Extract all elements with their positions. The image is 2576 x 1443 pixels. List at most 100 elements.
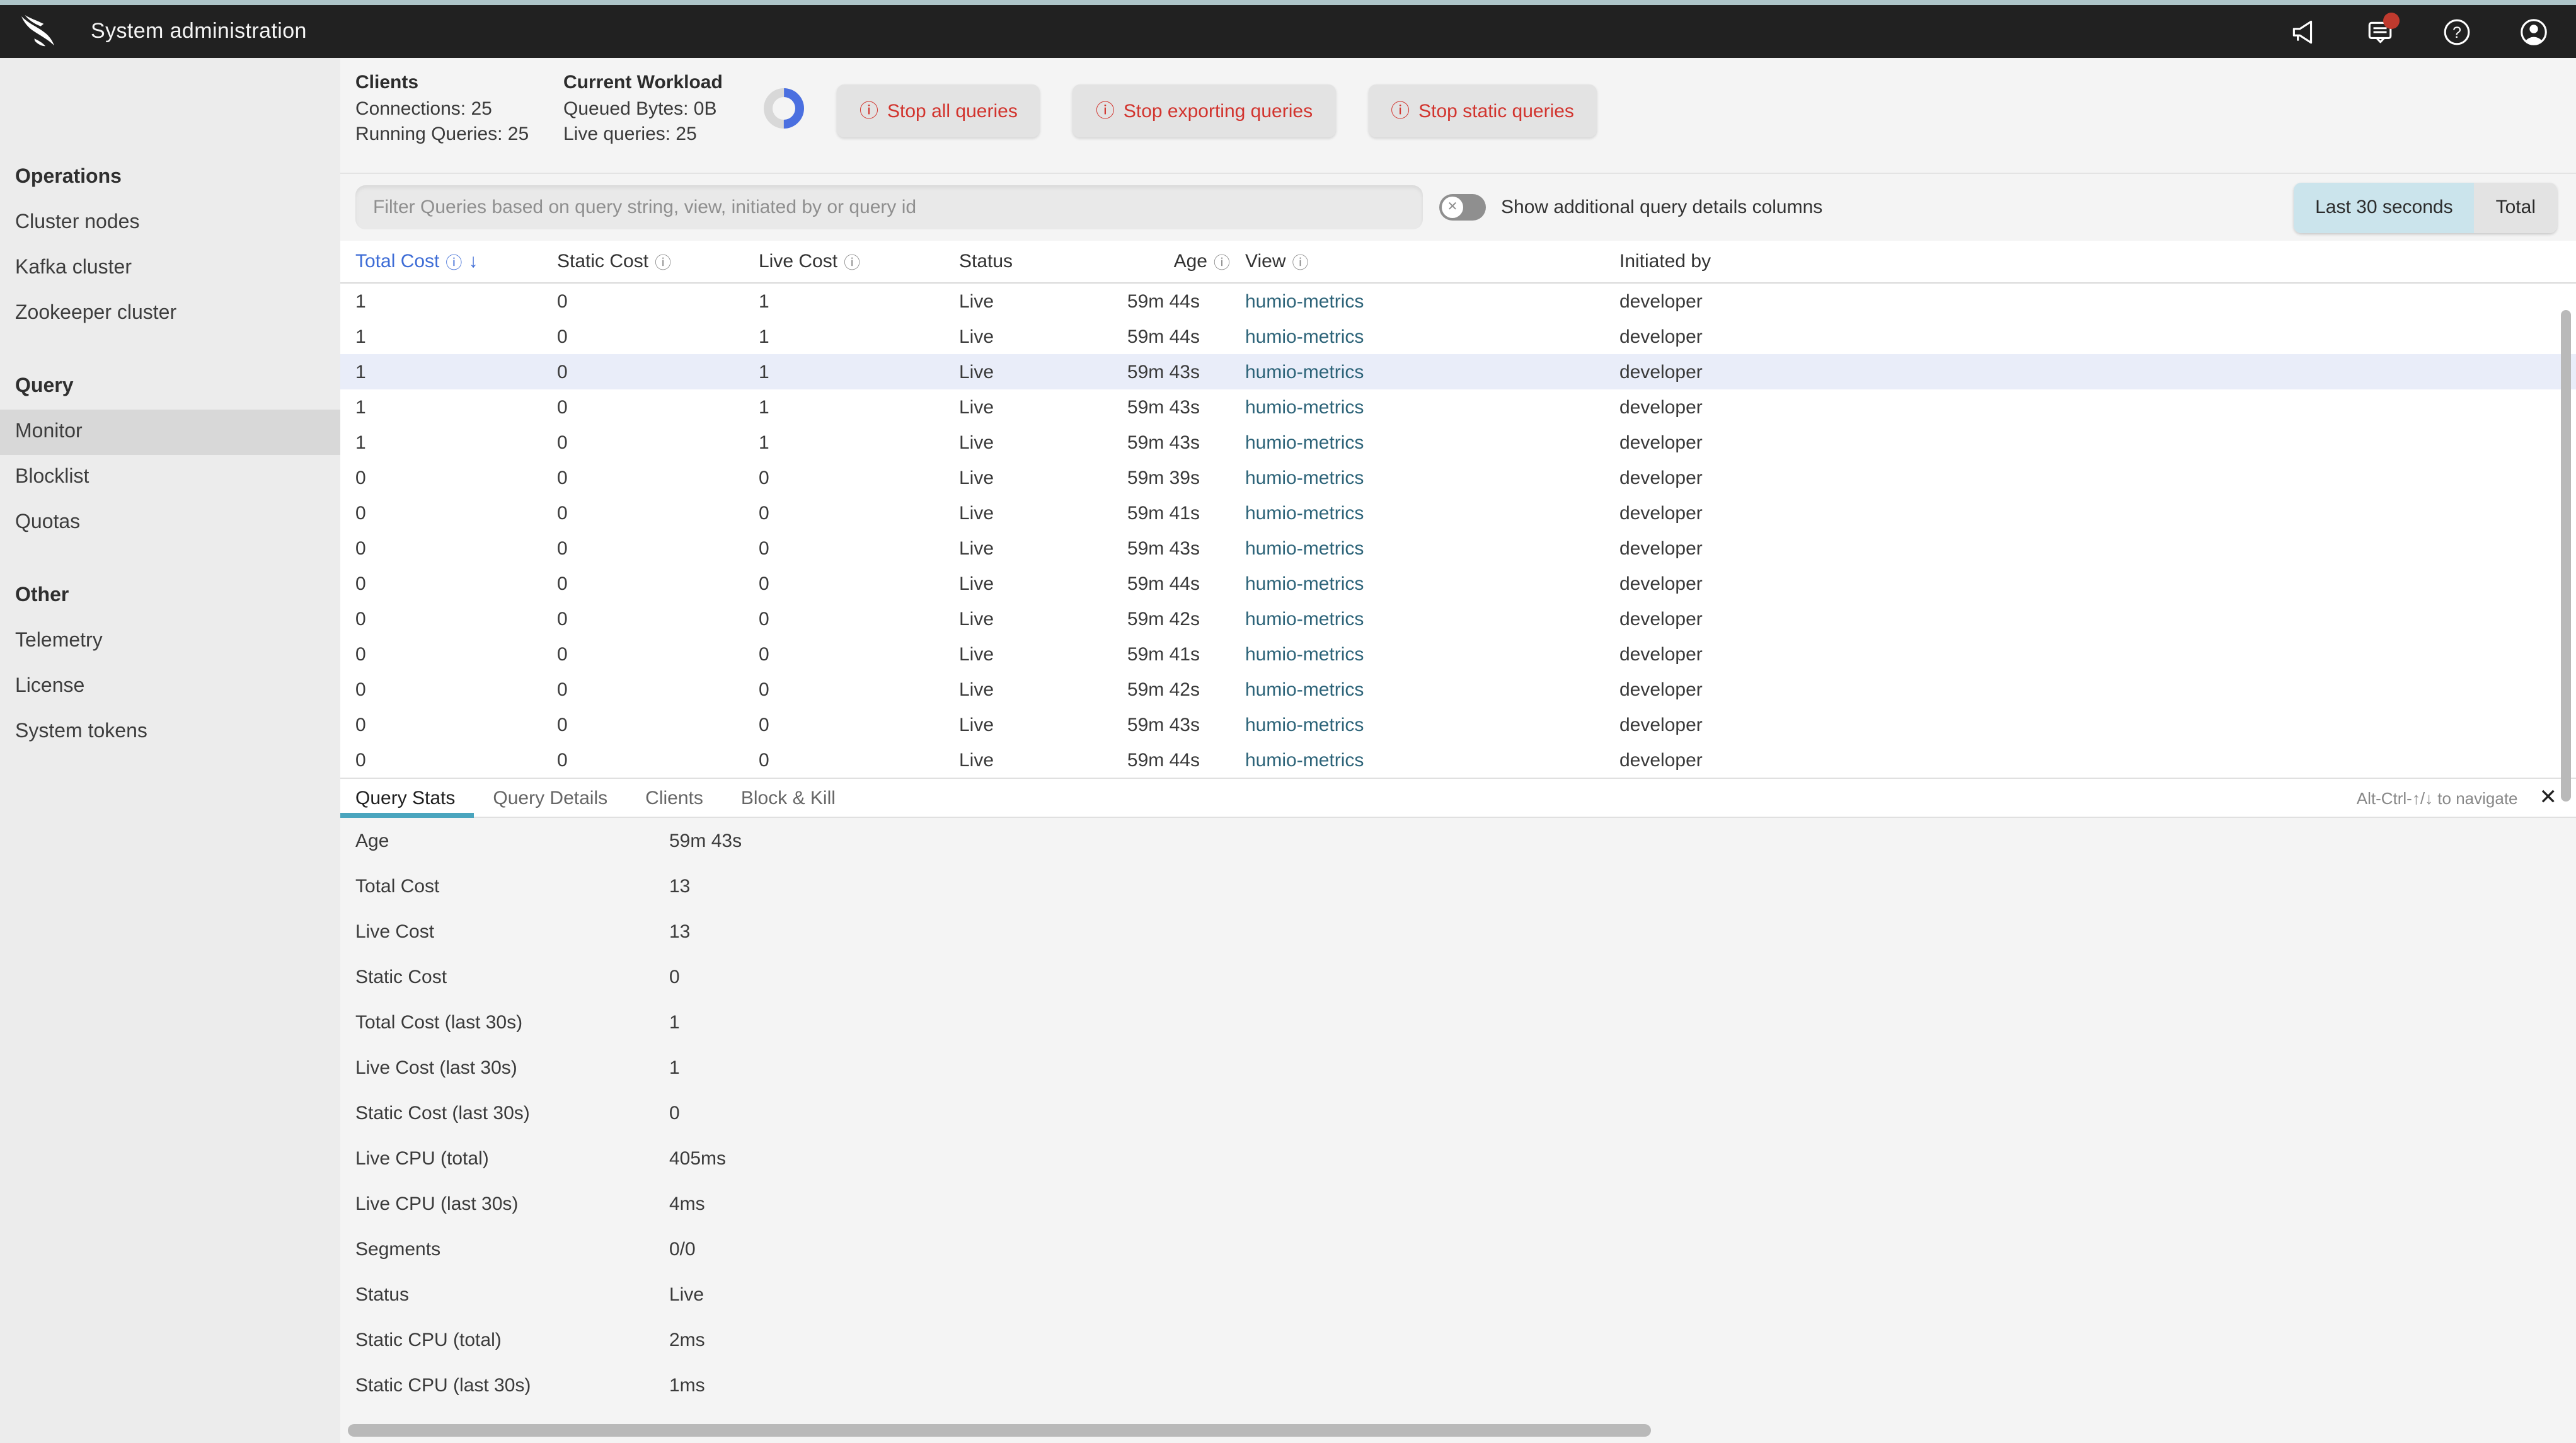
tab-clients[interactable]: Clients	[626, 779, 722, 817]
detail-row: Live CPU (total)405ms	[340, 1135, 2576, 1181]
stop-all-queries-button[interactable]: ⓘStop all queries	[837, 84, 1040, 137]
table-cell: Live	[959, 573, 1110, 594]
table-cell: Live	[959, 396, 1110, 418]
tab-query-stats[interactable]: Query Stats	[340, 779, 474, 817]
column-header-live-cost[interactable]: Live Costⓘ	[759, 250, 959, 273]
view-link[interactable]: humio-metrics	[1245, 573, 1364, 594]
system-administration-app: System administration ? OperationsCluste…	[0, 0, 2576, 1443]
column-header-status[interactable]: Status	[959, 251, 1110, 272]
table-row[interactable]: 000Live59m 41shumio-metricsdeveloper	[340, 495, 2576, 531]
table-cell: 0	[355, 573, 557, 594]
table-row[interactable]: 101Live59m 43shumio-metricsdeveloper	[340, 425, 2576, 460]
table-cell-view: humio-metrics	[1245, 538, 1619, 559]
info-icon[interactable]: ⓘ	[655, 250, 671, 273]
messages-icon[interactable]	[2364, 16, 2395, 47]
sidebar-item-telemetry[interactable]: Telemetry	[0, 619, 340, 664]
table-row[interactable]: 000Live59m 42shumio-metricsdeveloper	[340, 672, 2576, 707]
sidebar-item-kafka-cluster[interactable]: Kafka cluster	[0, 246, 340, 291]
detail-row: Live CPU (last 30s)4ms	[340, 1181, 2576, 1226]
view-link[interactable]: humio-metrics	[1245, 467, 1364, 488]
announcements-icon[interactable]	[2287, 16, 2318, 47]
view-link[interactable]: humio-metrics	[1245, 361, 1364, 382]
sidebar-item-quotas[interactable]: Quotas	[0, 500, 340, 546]
table-cell-view: humio-metrics	[1245, 502, 1619, 524]
stop-static-queries-button[interactable]: ⓘStop static queries	[1368, 84, 1597, 137]
detail-value: 405ms	[669, 1147, 2576, 1169]
table-cell: 59m 43s	[1110, 432, 1245, 453]
sidebar-item-system-tokens[interactable]: System tokens	[0, 710, 340, 755]
tab-block-kill[interactable]: Block & Kill	[722, 779, 854, 817]
current-workload-summary: Current Workload Queued Bytes: 0B Live q…	[563, 71, 740, 147]
live-queries: Live queries: 25	[563, 122, 740, 147]
sidebar-section-gap	[0, 546, 340, 573]
detail-row: Static Cost (last 30s)0	[340, 1090, 2576, 1135]
help-icon[interactable]: ?	[2441, 16, 2471, 47]
sidebar-item-cluster-nodes[interactable]: Cluster nodes	[0, 200, 340, 246]
show-details-columns-toggle[interactable]: ✕	[1439, 194, 1486, 221]
info-icon[interactable]: ⓘ	[1214, 250, 1230, 273]
column-header-total-cost[interactable]: Total Costⓘ↓	[355, 250, 557, 273]
view-link[interactable]: humio-metrics	[1245, 396, 1364, 418]
view-link[interactable]: humio-metrics	[1245, 714, 1364, 735]
sidebar-item-blocklist[interactable]: Blocklist	[0, 455, 340, 500]
view-link[interactable]: humio-metrics	[1245, 749, 1364, 771]
info-icon[interactable]: ⓘ	[446, 250, 462, 273]
sidebar-item-monitor[interactable]: Monitor	[0, 410, 340, 455]
stop-exporting-queries-button[interactable]: ⓘStop exporting queries	[1073, 84, 1335, 137]
query-filter-input[interactable]	[355, 185, 1423, 229]
table-cell: 59m 44s	[1110, 290, 1245, 312]
table-row[interactable]: 000Live59m 44shumio-metricsdeveloper	[340, 742, 2576, 778]
view-link[interactable]: humio-metrics	[1245, 643, 1364, 665]
table-cell: 1	[759, 290, 959, 312]
table-row[interactable]: 000Live59m 41shumio-metricsdeveloper	[340, 636, 2576, 672]
info-icon[interactable]: ⓘ	[1292, 250, 1309, 273]
detail-row: Age59m 43s	[340, 818, 2576, 863]
sidebar-section-title-query: Query	[0, 364, 340, 410]
sidebar-item-license[interactable]: License	[0, 664, 340, 710]
view-link[interactable]: humio-metrics	[1245, 538, 1364, 559]
profile-icon[interactable]	[2518, 16, 2548, 47]
close-icon[interactable]: ✕	[2539, 779, 2558, 817]
view-link[interactable]: humio-metrics	[1245, 608, 1364, 630]
details-panel: Query StatsQuery DetailsClientsBlock & K…	[340, 778, 2576, 1408]
info-icon[interactable]: ⓘ	[844, 250, 860, 273]
svg-text:?: ?	[2452, 23, 2461, 41]
table-cell-view: humio-metrics	[1245, 290, 1619, 312]
navigate-hint: Alt-Ctrl-↑/↓ to navigate	[2357, 779, 2518, 817]
view-link[interactable]: humio-metrics	[1245, 679, 1364, 700]
table-row[interactable]: 000Live59m 44shumio-metricsdeveloper	[340, 566, 2576, 601]
range-total-button[interactable]: Total	[2475, 182, 2557, 233]
clients-title: Clients	[355, 71, 563, 97]
table-cell-view: humio-metrics	[1245, 326, 1619, 347]
table-row[interactable]: 000Live59m 42shumio-metricsdeveloper	[340, 601, 2576, 636]
table-cell: 0	[759, 467, 959, 488]
table-row[interactable]: 101Live59m 43shumio-metricsdeveloper	[340, 354, 2576, 389]
table-row[interactable]: 101Live59m 43shumio-metricsdeveloper	[340, 389, 2576, 425]
column-header-static-cost[interactable]: Static Costⓘ	[557, 250, 759, 273]
view-link[interactable]: humio-metrics	[1245, 326, 1364, 347]
table-cell: 59m 43s	[1110, 396, 1245, 418]
table-row[interactable]: 101Live59m 44shumio-metricsdeveloper	[340, 284, 2576, 319]
table-body: 101Live59m 44shumio-metricsdeveloper101L…	[340, 284, 2576, 778]
horizontal-scrollbar[interactable]	[348, 1424, 1651, 1437]
table-row[interactable]: 000Live59m 39shumio-metricsdeveloper	[340, 460, 2576, 495]
table-row[interactable]: 000Live59m 43shumio-metricsdeveloper	[340, 531, 2576, 566]
table-cell: 0	[557, 502, 759, 524]
view-link[interactable]: humio-metrics	[1245, 502, 1364, 524]
table-row[interactable]: 101Live59m 44shumio-metricsdeveloper	[340, 319, 2576, 354]
column-header-initiated-by[interactable]: Initiated by	[1619, 251, 2576, 272]
range-last-30-seconds-button[interactable]: Last 30 seconds	[2294, 182, 2475, 233]
view-link[interactable]: humio-metrics	[1245, 290, 1364, 312]
table-cell: 0	[355, 502, 557, 524]
view-link[interactable]: humio-metrics	[1245, 432, 1364, 453]
vertical-scrollbar[interactable]	[2561, 310, 2571, 802]
detail-value: 0/0	[669, 1238, 2576, 1260]
sidebar-item-zookeeper-cluster[interactable]: Zookeeper cluster	[0, 291, 340, 336]
table-row[interactable]: 000Live59m 43shumio-metricsdeveloper	[340, 707, 2576, 742]
table-cell: 0	[557, 396, 759, 418]
column-header-view[interactable]: Viewⓘ	[1245, 250, 1619, 273]
column-header-age[interactable]: Ageⓘ	[1110, 250, 1245, 273]
table-cell-view: humio-metrics	[1245, 749, 1619, 771]
detail-value: 0	[669, 966, 2576, 987]
tab-query-details[interactable]: Query Details	[474, 779, 626, 817]
